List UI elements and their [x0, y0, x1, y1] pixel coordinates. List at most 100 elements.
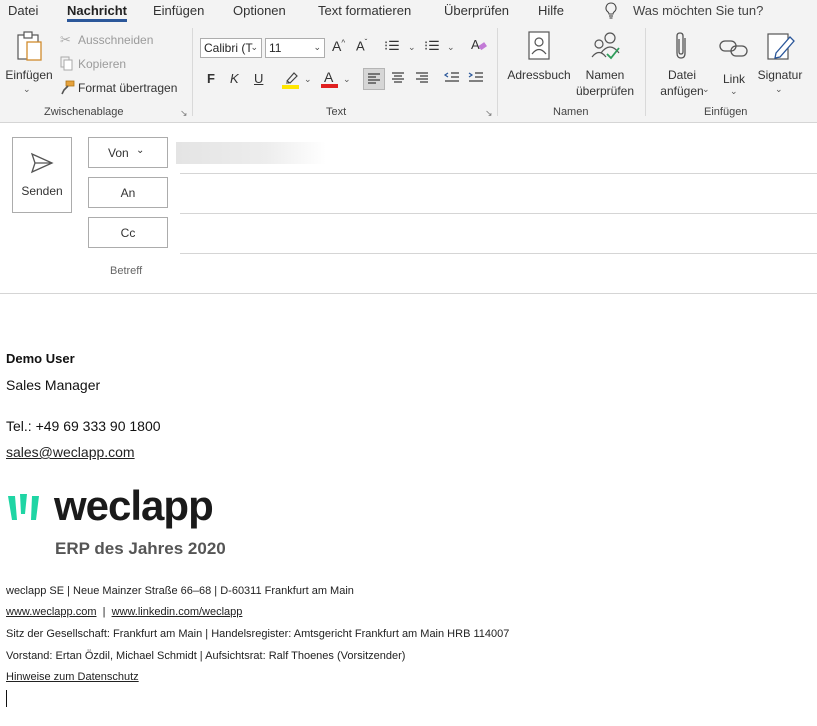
privacy-link[interactable]: Hinweise zum Datenschutz — [6, 671, 139, 683]
shrink-font-icon[interactable]: Aˇ — [356, 38, 367, 53]
signature-registry: Sitz der Gesellschaft: Frankfurt am Main… — [6, 628, 510, 640]
from-label: Von — [108, 146, 129, 160]
to-button[interactable]: An — [88, 177, 168, 208]
chevron-down-icon: ⌄ — [730, 86, 738, 96]
link-label: Link — [722, 72, 745, 86]
website-link[interactable]: www.weclapp.com — [6, 606, 96, 618]
font-color-icon: A — [324, 69, 334, 85]
paperclip-icon — [676, 32, 686, 59]
send-button[interactable]: Senden — [12, 137, 72, 213]
grow-font-icon[interactable]: A^ — [332, 38, 345, 54]
group-separator — [192, 28, 193, 116]
signature-label: Signatur — [757, 68, 803, 82]
chevron-down-icon[interactable]: ⌄ — [408, 42, 416, 53]
ribbon: Einfügen ⌄ ✂ Ausschneiden Kopieren Forma… — [0, 22, 817, 123]
signature-icon — [767, 33, 795, 60]
tab-optionen[interactable]: Optionen — [233, 3, 286, 18]
chevron-down-icon[interactable]: ⌄ — [447, 42, 455, 53]
paste-label: Einfügen — [5, 68, 53, 82]
font-size-combo[interactable]: 11 ⌄ — [265, 38, 325, 58]
chevron-down-icon: ⌄ — [313, 42, 321, 52]
attach-file-button[interactable]: Datei anfügen ⌄ — [650, 28, 714, 104]
clipboard-icon — [17, 31, 42, 61]
lightbulb-icon[interactable] — [604, 2, 618, 24]
logo-wordmark: weclapp — [54, 482, 214, 529]
paste-button[interactable]: Einfügen ⌄ — [5, 28, 53, 106]
text-dialog-launcher-icon[interactable]: ↘ — [485, 108, 493, 119]
decrease-indent-button[interactable] — [442, 68, 464, 90]
bold-button[interactable]: F — [207, 71, 215, 86]
signature-title: Sales Manager — [6, 377, 101, 393]
menu-bar: Datei Nachricht Einfügen Optionen Text f… — [0, 0, 817, 22]
chevron-down-icon: ⌄ — [250, 42, 258, 52]
linkedin-link[interactable]: www.linkedin.com/weclapp — [112, 606, 243, 618]
font-name-combo[interactable]: Calibri (T ⌄ — [200, 38, 262, 58]
highlight-color-button[interactable] — [282, 70, 300, 90]
tab-nachricht[interactable]: Nachricht — [67, 3, 127, 18]
align-right-button[interactable] — [412, 68, 434, 90]
cc-button[interactable]: Cc — [88, 217, 168, 248]
italic-button[interactable]: K — [230, 71, 239, 86]
group-separator — [645, 28, 646, 116]
to-label: An — [120, 186, 136, 200]
font-name-value: Calibri (T — [204, 41, 253, 55]
tab-ueberpruefen[interactable]: Überprüfen — [444, 3, 509, 18]
tell-me-search[interactable]: Was möchten Sie tun? — [633, 3, 763, 18]
font-color-swatch — [321, 84, 338, 88]
weclapp-logo-mark — [8, 494, 39, 520]
align-left-button[interactable] — [363, 68, 385, 90]
format-painter-label: Format übertragen — [78, 81, 178, 95]
tab-datei[interactable]: Datei — [8, 3, 38, 18]
clipboard-group-label: Zwischenablage — [44, 106, 124, 118]
copy-icon — [60, 56, 73, 71]
font-color-button[interactable]: A — [321, 69, 339, 89]
highlight-color-swatch — [282, 85, 299, 89]
check-names-button[interactable]: Namen überprüfen — [572, 28, 638, 104]
signature-board: Vorstand: Ertan Özdil, Michael Schmidt |… — [6, 650, 406, 662]
names-group-label: Namen — [553, 106, 589, 118]
send-icon — [30, 152, 54, 174]
increase-indent-icon — [468, 72, 483, 82]
group-separator — [497, 28, 498, 116]
align-center-icon — [392, 72, 404, 83]
chevron-down-icon[interactable]: ⌄ — [343, 74, 351, 85]
cc-input[interactable] — [180, 218, 817, 250]
logo-tagline: ERP des Jahres 2020 — [55, 539, 226, 558]
tab-text-formatieren[interactable]: Text formatieren — [318, 3, 411, 18]
link-icon — [719, 40, 748, 57]
address-book-label: Adressbuch — [507, 68, 571, 82]
align-center-button[interactable] — [388, 68, 410, 90]
weclapp-logo: weclapp ERP des Jahres 2020 — [6, 482, 256, 560]
scissors-icon: ✂ — [60, 32, 71, 47]
cc-label: Cc — [120, 226, 136, 240]
from-button[interactable]: Von ⌄ — [88, 137, 168, 168]
underline-button[interactable]: U — [254, 71, 263, 86]
to-input[interactable] — [180, 178, 817, 210]
subject-input[interactable] — [180, 258, 817, 290]
clear-formatting-icon[interactable]: A — [470, 36, 488, 59]
numbered-list-icon[interactable]: ⁝☰ — [424, 38, 440, 54]
signature-email-link[interactable]: sales@weclapp.com — [6, 444, 135, 460]
link-button[interactable]: Link ⌄ — [714, 28, 754, 104]
align-right-icon — [416, 72, 428, 83]
text-cursor — [6, 690, 7, 707]
clipboard-dialog-launcher-icon[interactable]: ↘ — [180, 108, 188, 119]
subject-label: Betreff — [110, 265, 143, 277]
svg-text:A: A — [471, 37, 480, 52]
signature-phone: Tel.: +49 69 333 90 1800 — [6, 418, 161, 434]
check-names-icon — [591, 32, 620, 60]
signature-button[interactable]: Signatur ⌄ — [754, 28, 806, 104]
send-label: Senden — [21, 184, 63, 198]
tab-hilfe[interactable]: Hilfe — [538, 3, 564, 18]
paintbrush-icon — [61, 80, 75, 95]
field-divider — [180, 213, 817, 214]
chevron-down-icon: ⌄ — [136, 145, 145, 156]
tab-einfuegen[interactable]: Einfügen — [153, 3, 204, 18]
chevron-down-icon[interactable]: ⌄ — [304, 74, 312, 85]
text-group-label: Text — [326, 106, 347, 118]
address-book-button[interactable]: Adressbuch — [505, 28, 573, 100]
bullet-list-icon[interactable]: ⁝☰ — [384, 38, 400, 54]
field-divider — [180, 253, 817, 254]
increase-indent-button[interactable] — [466, 68, 488, 90]
check-names-label-2: überprüfen — [575, 84, 635, 98]
